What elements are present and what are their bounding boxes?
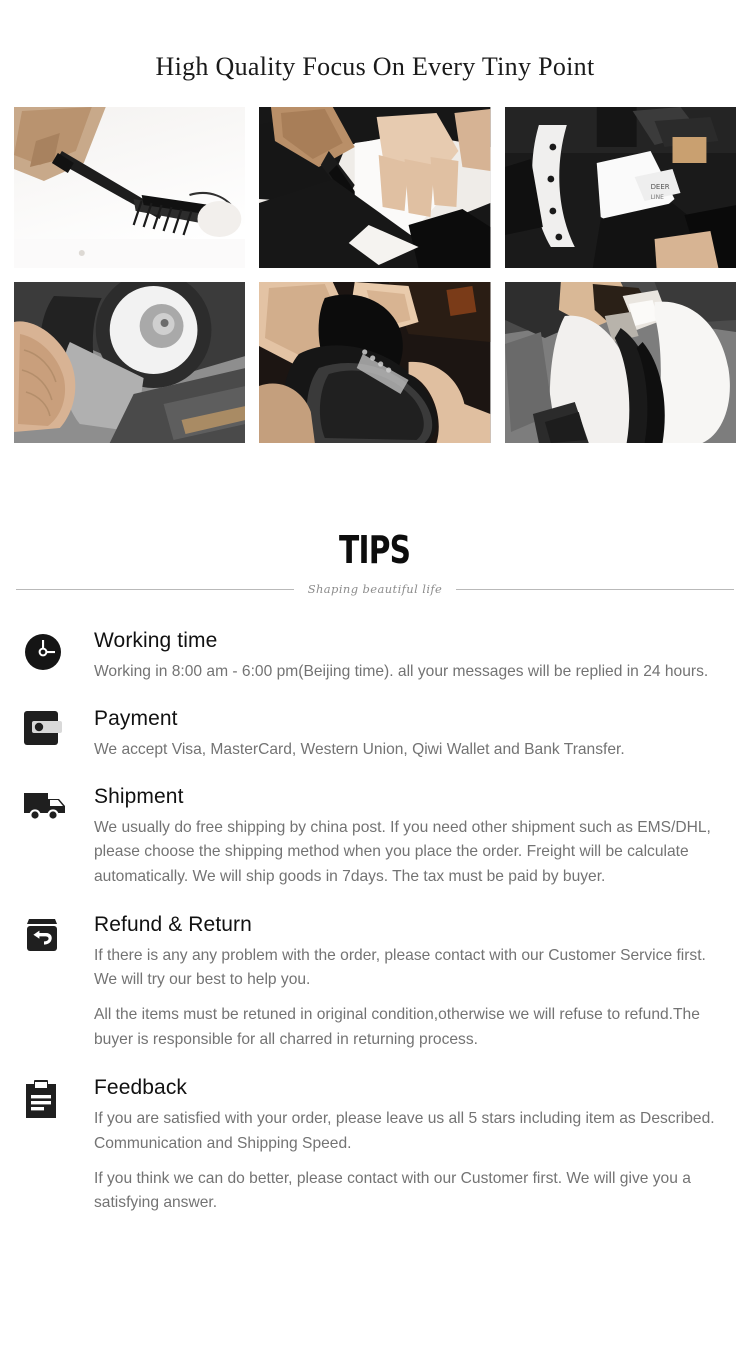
gallery-image-finishing: [504, 282, 736, 443]
tip-paragraph: If there is any any problem with the ord…: [94, 946, 706, 989]
tip-paragraph: Working in 8:00 am - 6:00 pm(Beijing tim…: [94, 663, 709, 681]
tip-paragraph: All the items must be retuned in origina…: [94, 1005, 700, 1048]
tips-header: TIPS Shaping beautiful life: [0, 531, 750, 596]
tip-title: Working time: [94, 629, 218, 652]
return-box-icon: [24, 913, 70, 955]
clock-icon: [24, 629, 70, 671]
tip-title: Payment: [94, 706, 178, 730]
gallery-image-shaping-shoe: [259, 282, 491, 443]
tip-item-shipment: Shipment We usually do free shipping by …: [24, 785, 728, 890]
divider-line-left: [16, 588, 294, 590]
svg-text:DEER: DEER: [650, 183, 669, 191]
tip-body: Refund & Return If there is any any prob…: [70, 913, 728, 1053]
tips-heading: TIPS: [339, 528, 411, 572]
tip-body: Feedback If you are satisfied with your …: [70, 1076, 728, 1216]
page-title: High Quality Focus On Every Tiny Point: [155, 52, 595, 81]
tip-title: Shipment: [94, 784, 184, 808]
gallery-image-polishing: [14, 282, 246, 443]
gallery-image-cutting-leather: [259, 107, 491, 268]
polishing-illustration: [14, 282, 246, 443]
truck-icon: [24, 785, 70, 823]
tip-item-feedback: Feedback If you are satisfied with your …: [24, 1076, 728, 1216]
tip-title: Feedback: [94, 1076, 188, 1100]
gallery-image-cutting-die: DEER LINE: [504, 107, 736, 268]
tip-body: Shipment We usually do free shipping by …: [70, 785, 728, 890]
cutting-illustration: [259, 107, 491, 268]
tip-paragraph: If you are satisfied with your order, pl…: [94, 1110, 715, 1152]
tip-body: Payment We accept Visa, MasterCard, West…: [70, 707, 728, 763]
tips-subtitle: Shaping beautiful life: [307, 582, 443, 596]
divider-line-right: [456, 588, 734, 590]
tip-body: Working time Working in 8:00 am - 6:00 p…: [70, 629, 728, 685]
tip-item-working-time: Working time Working in 8:00 am - 6:00 p…: [24, 629, 728, 685]
svg-text:LINE: LINE: [650, 194, 664, 201]
tips-divider: Shaping beautiful life: [0, 582, 750, 596]
tip-item-refund-return: Refund & Return If there is any any prob…: [24, 913, 728, 1053]
gallery-row: DEER LINE: [14, 107, 736, 268]
clipboard-icon: [24, 1076, 70, 1120]
finishing-illustration: [504, 282, 736, 443]
tip-paragraph: If you think we can do better, please co…: [94, 1169, 691, 1212]
gallery-row: [14, 282, 736, 443]
tip-item-payment: Payment We accept Visa, MasterCard, West…: [24, 707, 728, 763]
sketching-illustration: [14, 107, 246, 268]
cutting-die-illustration: DEER LINE: [504, 107, 736, 268]
gallery-image-sketching: [14, 107, 246, 268]
wallet-icon: [24, 707, 70, 745]
tip-paragraph: We accept Visa, MasterCard, Western Unio…: [94, 740, 625, 758]
process-image-gallery: DEER LINE: [0, 107, 750, 443]
tips-list: Working time Working in 8:00 am - 6:00 p…: [0, 629, 750, 1216]
tip-title: Refund & Return: [94, 912, 252, 936]
shoe-shaping-illustration: [259, 282, 491, 443]
tip-paragraph: We usually do free shipping by china pos…: [94, 818, 711, 885]
